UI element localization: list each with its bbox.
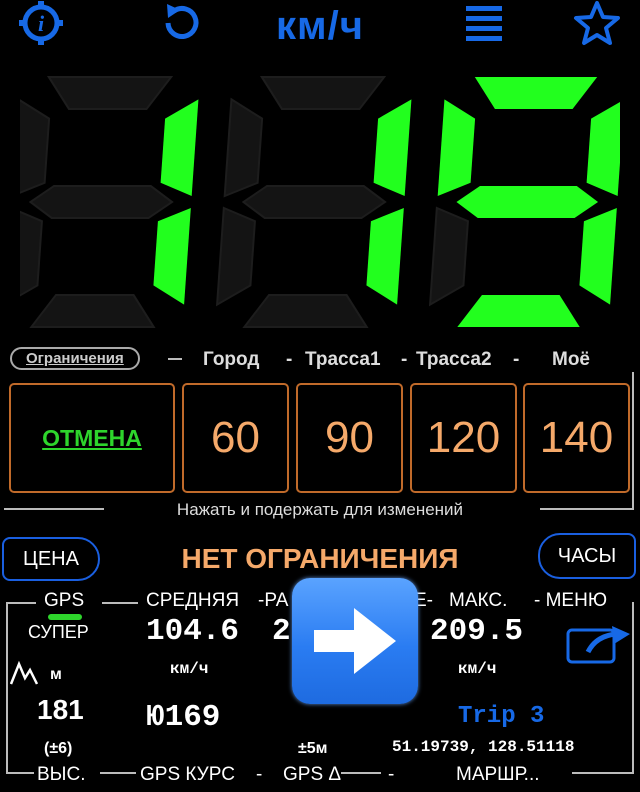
divider <box>632 372 634 510</box>
segment-lower-right <box>579 208 617 305</box>
price-button[interactable]: ЦЕНА <box>2 537 100 581</box>
divider: - <box>401 349 408 370</box>
route-label[interactable]: МАРШР... <box>456 764 540 786</box>
divider <box>6 602 36 604</box>
segment-lower-right <box>153 208 191 305</box>
limit-label-highway2: Трасса2 <box>416 349 492 370</box>
divider <box>6 602 8 772</box>
segment-lower-left <box>20 206 43 307</box>
star-icon[interactable] <box>572 0 622 46</box>
gps-signal-bar <box>48 614 82 620</box>
mountain-icon <box>9 660 39 691</box>
segment-top <box>474 77 598 109</box>
limit-status: НЕТ ОГРАНИЧЕНИЯ <box>181 543 459 574</box>
divider <box>102 602 138 604</box>
segment-bottom <box>29 294 156 328</box>
segment-lower-left <box>215 206 256 307</box>
speed-display <box>20 76 620 328</box>
limits-hint: Нажать и подержать для изменений <box>176 500 464 519</box>
gps-delta-label: GPS Δ <box>283 764 342 785</box>
segment-middle <box>28 185 174 219</box>
coordinates: 51.19739, 128.51118 <box>392 738 575 756</box>
gps-course-label: GPS КУРС <box>140 764 235 785</box>
max-speed-unit: км/ч <box>458 660 497 678</box>
altitude-accuracy: (±6) <box>44 740 73 757</box>
clock-button[interactable]: ЧАСЫ <box>538 533 636 579</box>
segment-upper-right <box>160 99 199 196</box>
segment-upper-right <box>373 99 412 196</box>
altitude-label: ВЫС. <box>37 764 86 785</box>
menu-label[interactable]: - МЕНЮ <box>534 590 607 612</box>
speed-digit <box>215 76 412 328</box>
segment-upper-left <box>20 97 51 198</box>
divider <box>100 772 136 774</box>
divider: - <box>286 349 293 370</box>
limits-title-button[interactable]: Ограничения <box>10 347 140 370</box>
gps-delta-value: ±5м <box>298 740 328 757</box>
segment-middle <box>456 186 599 218</box>
segment-upper-left <box>437 99 476 196</box>
altitude-value: 181 <box>37 694 84 725</box>
gps-course-value: Ю169 <box>146 700 221 735</box>
divider <box>6 772 34 774</box>
limit-cancel-button[interactable]: ОТМЕНА <box>9 383 175 493</box>
divider <box>168 358 182 360</box>
limit-value: 140 <box>539 413 614 462</box>
share-icon[interactable] <box>566 622 636 671</box>
forward-arrow-button[interactable] <box>292 578 418 704</box>
speed-digit <box>20 76 199 328</box>
clock-label: ЧАСЫ <box>557 544 617 567</box>
arrow-right-icon <box>314 608 396 674</box>
segment-top <box>259 76 387 110</box>
average-speed-value: 104.6 <box>146 614 240 649</box>
segment-upper-left <box>223 97 264 198</box>
limit-label-mine: Моё <box>552 349 590 370</box>
cancel-label: ОТМЕНА <box>42 424 142 451</box>
limit-value: 60 <box>211 413 260 462</box>
segment-lower-right <box>366 208 404 305</box>
gps-label: GPS <box>44 590 85 611</box>
average-speed-unit: км/ч <box>170 660 209 678</box>
trip-label[interactable]: Trip 3 <box>458 703 544 730</box>
altitude-unit: м <box>50 666 62 683</box>
limit-label-city: Город <box>203 349 260 370</box>
divider <box>572 772 634 774</box>
price-label: ЦЕНА <box>23 547 79 570</box>
gps-quality: СУПЕР <box>28 622 89 642</box>
limit-value: 120 <box>426 413 501 462</box>
max-speed-value: 209.5 <box>430 614 524 649</box>
speed-unit-label[interactable]: км/ч <box>0 4 640 49</box>
segment-bottom <box>242 294 369 328</box>
segment-bottom <box>457 295 580 327</box>
segment-top <box>46 76 174 110</box>
dash: - <box>388 764 395 785</box>
segment-lower-left <box>428 206 469 307</box>
segment-middle <box>241 185 387 219</box>
limit-120-button[interactable]: 120 <box>410 383 517 493</box>
limit-label-highway1: Трасса1 <box>305 349 381 370</box>
menu-lines-icon[interactable] <box>464 4 504 44</box>
route-value-partial: 2 <box>272 614 291 649</box>
limit-value: 90 <box>325 413 374 462</box>
divider <box>341 772 381 774</box>
divider: - <box>513 349 520 370</box>
limit-60-button[interactable]: 60 <box>182 383 289 493</box>
average-label[interactable]: СРЕДНЯЯ <box>146 590 239 612</box>
limit-140-button[interactable]: 140 <box>523 383 630 493</box>
max-label[interactable]: МАКС. <box>449 590 507 612</box>
speed-digit <box>428 77 620 327</box>
route-label-partial: -РА <box>258 590 289 611</box>
segment-upper-right <box>586 99 620 196</box>
limit-90-button[interactable]: 90 <box>296 383 403 493</box>
dash: - <box>256 764 263 785</box>
